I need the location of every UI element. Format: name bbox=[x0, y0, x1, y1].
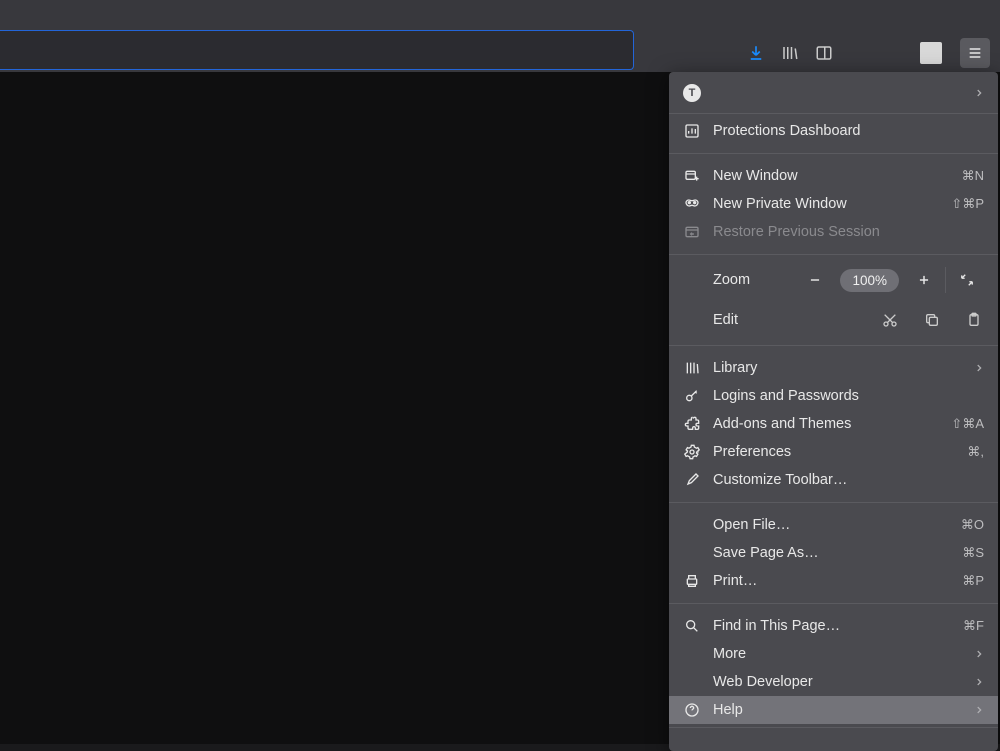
find-shortcut: ⌘F bbox=[963, 618, 984, 634]
save-page-item[interactable]: Save Page As… ⌘S bbox=[669, 539, 998, 567]
preferences-item[interactable]: Preferences ⌘, bbox=[669, 438, 998, 466]
url-bar[interactable] bbox=[0, 30, 634, 70]
library-item[interactable]: Library bbox=[669, 354, 998, 382]
menu-footer bbox=[669, 727, 998, 751]
more-item[interactable]: More bbox=[669, 640, 998, 668]
browser-toolbar bbox=[0, 0, 1000, 72]
menu-divider bbox=[669, 603, 998, 604]
addons-item[interactable]: Add-ons and Themes ⇧⌘A bbox=[669, 410, 998, 438]
open-file-item[interactable]: Open File… ⌘O bbox=[669, 511, 998, 539]
app-menu-panel: T Protections Dashboard New Window ⌘N bbox=[669, 72, 998, 751]
new-private-window-item[interactable]: New Private Window ⇧⌘P bbox=[669, 190, 998, 218]
find-label: Find in This Page… bbox=[713, 618, 963, 634]
library-label: Library bbox=[713, 360, 974, 376]
customize-item[interactable]: Customize Toolbar… bbox=[669, 466, 998, 494]
logins-item[interactable]: Logins and Passwords bbox=[669, 382, 998, 410]
restore-icon bbox=[683, 223, 701, 241]
open-file-shortcut: ⌘O bbox=[961, 517, 984, 533]
logins-label: Logins and Passwords bbox=[713, 388, 984, 404]
zoom-row: Zoom 100% bbox=[669, 260, 998, 300]
toolbar-right-group bbox=[746, 38, 990, 68]
save-page-label: Save Page As… bbox=[713, 545, 962, 561]
window-plus-icon bbox=[683, 167, 701, 185]
mask-icon bbox=[683, 195, 701, 213]
new-window-label: New Window bbox=[713, 168, 962, 184]
new-private-shortcut: ⇧⌘P bbox=[951, 196, 984, 212]
gear-icon bbox=[683, 443, 701, 461]
find-item[interactable]: Find in This Page… ⌘F bbox=[669, 612, 998, 640]
webdev-label: Web Developer bbox=[713, 674, 974, 690]
toolbar-spacer bbox=[848, 53, 906, 54]
account-menu-item[interactable]: T bbox=[669, 72, 998, 114]
paintbrush-icon bbox=[683, 471, 701, 489]
preferences-shortcut: ⌘, bbox=[967, 444, 984, 460]
search-icon bbox=[683, 617, 701, 635]
new-window-shortcut: ⌘N bbox=[962, 168, 984, 184]
library-icon[interactable] bbox=[780, 43, 800, 63]
key-icon bbox=[683, 387, 701, 405]
customize-label: Customize Toolbar… bbox=[713, 472, 984, 488]
chevron-right-icon bbox=[974, 649, 984, 659]
web-developer-item[interactable]: Web Developer bbox=[669, 668, 998, 696]
avatar-icon: T bbox=[683, 84, 701, 102]
dashboard-icon bbox=[683, 122, 701, 140]
help-label: Help bbox=[713, 702, 974, 718]
app-menu-button[interactable] bbox=[960, 38, 990, 68]
menu-divider bbox=[669, 153, 998, 154]
help-item[interactable]: Help bbox=[669, 696, 998, 724]
new-window-item[interactable]: New Window ⌘N bbox=[669, 162, 998, 190]
copy-icon[interactable] bbox=[924, 312, 940, 328]
fullscreen-button[interactable] bbox=[948, 265, 986, 295]
edit-row: Edit bbox=[669, 300, 998, 340]
more-label: More bbox=[713, 646, 974, 662]
zoom-value[interactable]: 100% bbox=[840, 269, 899, 292]
puzzle-icon bbox=[683, 415, 701, 433]
print-shortcut: ⌘P bbox=[962, 573, 984, 589]
chevron-right-icon bbox=[974, 705, 984, 715]
zoom-label: Zoom bbox=[713, 272, 750, 288]
cut-icon[interactable] bbox=[882, 312, 898, 328]
chevron-right-icon bbox=[974, 677, 984, 687]
restore-session-item: Restore Previous Session bbox=[669, 218, 998, 246]
print-item[interactable]: Print… ⌘P bbox=[669, 567, 998, 595]
edit-label: Edit bbox=[713, 312, 738, 328]
paste-icon[interactable] bbox=[966, 312, 982, 328]
menu-divider bbox=[669, 345, 998, 346]
addons-label: Add-ons and Themes bbox=[713, 416, 951, 432]
open-file-label: Open File… bbox=[713, 517, 961, 533]
menu-divider bbox=[669, 254, 998, 255]
protections-label: Protections Dashboard bbox=[713, 123, 984, 139]
print-label: Print… bbox=[713, 573, 962, 589]
restore-label: Restore Previous Session bbox=[713, 224, 984, 240]
sidebar-toggle-icon[interactable] bbox=[814, 43, 834, 63]
zoom-separator bbox=[945, 267, 946, 293]
protections-dashboard-item[interactable]: Protections Dashboard bbox=[669, 117, 998, 145]
save-page-shortcut: ⌘S bbox=[962, 545, 984, 561]
addons-shortcut: ⇧⌘A bbox=[951, 416, 984, 432]
zoom-out-button[interactable] bbox=[796, 265, 834, 295]
help-icon bbox=[683, 701, 701, 719]
preferences-label: Preferences bbox=[713, 444, 967, 460]
zoom-in-button[interactable] bbox=[905, 265, 943, 295]
downloads-icon[interactable] bbox=[746, 43, 766, 63]
extension-button[interactable] bbox=[920, 42, 942, 64]
new-private-label: New Private Window bbox=[713, 196, 951, 212]
menu-divider bbox=[669, 502, 998, 503]
printer-icon bbox=[683, 572, 701, 590]
library-menu-icon bbox=[683, 359, 701, 377]
chevron-right-icon bbox=[974, 363, 984, 373]
chevron-right-icon bbox=[974, 88, 984, 98]
